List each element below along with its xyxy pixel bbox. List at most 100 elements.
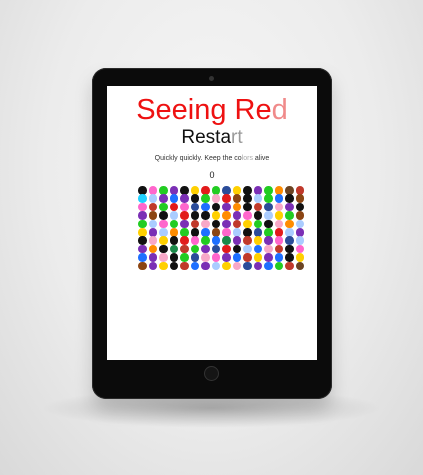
color-dot[interactable]: [232, 186, 241, 195]
color-dot[interactable]: [180, 194, 189, 203]
color-dot[interactable]: [211, 261, 220, 271]
color-dot[interactable]: [222, 236, 231, 245]
color-dot[interactable]: [201, 211, 210, 220]
color-dot[interactable]: [274, 228, 283, 237]
color-dot[interactable]: [253, 261, 262, 271]
color-dot[interactable]: [264, 202, 273, 212]
color-dot[interactable]: [274, 261, 283, 271]
color-dot[interactable]: [211, 194, 220, 203]
color-dot[interactable]: [159, 261, 168, 271]
color-dot[interactable]: [232, 228, 241, 237]
color-dot[interactable]: [295, 211, 304, 220]
color-dot[interactable]: [232, 253, 241, 262]
color-dot[interactable]: [295, 194, 304, 203]
color-dot[interactable]: [190, 261, 199, 271]
color-dot[interactable]: [138, 186, 147, 195]
color-dot[interactable]: [253, 202, 262, 212]
color-dot[interactable]: [190, 219, 199, 229]
color-dot[interactable]: [159, 202, 168, 212]
color-dot[interactable]: [148, 261, 157, 271]
color-dot[interactable]: [243, 228, 252, 237]
color-dot[interactable]: [253, 236, 262, 245]
color-dot[interactable]: [211, 202, 220, 212]
color-dot[interactable]: [180, 186, 189, 195]
color-dot[interactable]: [201, 261, 210, 271]
color-dot[interactable]: [211, 236, 220, 245]
color-dot[interactable]: [148, 219, 157, 229]
color-dot[interactable]: [138, 261, 147, 271]
color-dot[interactable]: [159, 236, 168, 245]
color-dot[interactable]: [169, 202, 178, 212]
color-dot[interactable]: [148, 253, 157, 262]
color-dot[interactable]: [295, 219, 304, 229]
color-dot[interactable]: [201, 202, 210, 212]
color-dot[interactable]: [180, 261, 189, 271]
color-dot[interactable]: [243, 236, 252, 245]
color-dot[interactable]: [169, 244, 178, 254]
color-dot[interactable]: [138, 253, 147, 262]
color-dot[interactable]: [274, 219, 283, 229]
color-dot[interactable]: [180, 244, 189, 254]
color-dot[interactable]: [148, 202, 157, 212]
color-dot[interactable]: [159, 253, 168, 262]
color-dot[interactable]: [264, 236, 273, 245]
color-dot[interactable]: [285, 261, 294, 271]
color-dot[interactable]: [211, 244, 220, 254]
color-dot[interactable]: [264, 228, 273, 237]
color-dot[interactable]: [285, 219, 294, 229]
color-dot[interactable]: [285, 194, 294, 203]
color-dot[interactable]: [222, 211, 231, 220]
color-dot[interactable]: [253, 244, 262, 254]
color-dot[interactable]: [264, 194, 273, 203]
color-dot[interactable]: [232, 219, 241, 229]
color-dot[interactable]: [180, 202, 189, 212]
color-dot[interactable]: [180, 219, 189, 229]
color-dot[interactable]: [243, 202, 252, 212]
color-dot[interactable]: [138, 202, 147, 212]
color-dot[interactable]: [190, 194, 199, 203]
color-dot[interactable]: [232, 236, 241, 245]
color-dot[interactable]: [159, 219, 168, 229]
color-dot[interactable]: [264, 244, 273, 254]
color-dot[interactable]: [138, 211, 147, 220]
home-button[interactable]: [204, 366, 219, 381]
color-dot[interactable]: [201, 186, 210, 195]
color-dot[interactable]: [138, 236, 147, 245]
color-dot[interactable]: [211, 228, 220, 237]
restart-button[interactable]: Restart: [107, 126, 317, 150]
color-dot[interactable]: [190, 228, 199, 237]
color-dot[interactable]: [274, 253, 283, 262]
color-dot[interactable]: [274, 211, 283, 220]
color-dot[interactable]: [243, 253, 252, 262]
color-dot[interactable]: [201, 253, 210, 262]
color-dot[interactable]: [159, 228, 168, 237]
color-dot[interactable]: [222, 186, 231, 195]
color-dot[interactable]: [190, 186, 199, 195]
color-dot[interactable]: [295, 202, 304, 212]
color-dot[interactable]: [232, 261, 241, 271]
color-dot[interactable]: [190, 236, 199, 245]
color-dot[interactable]: [295, 236, 304, 245]
color-dot[interactable]: [243, 186, 252, 195]
color-dot[interactable]: [253, 219, 262, 229]
color-dot[interactable]: [295, 244, 304, 254]
color-dot[interactable]: [253, 253, 262, 262]
color-dot[interactable]: [232, 244, 241, 254]
color-dot[interactable]: [295, 228, 304, 237]
color-dot[interactable]: [180, 236, 189, 245]
color-dot[interactable]: [148, 236, 157, 245]
color-dot[interactable]: [264, 186, 273, 195]
color-dot[interactable]: [264, 219, 273, 229]
color-dot[interactable]: [180, 228, 189, 237]
color-dot[interactable]: [222, 244, 231, 254]
color-dot[interactable]: [169, 253, 178, 262]
color-dot[interactable]: [253, 186, 262, 195]
color-dot[interactable]: [253, 211, 262, 220]
color-dot[interactable]: [243, 261, 252, 271]
color-dot[interactable]: [180, 253, 189, 262]
color-dot[interactable]: [285, 186, 294, 195]
color-dot[interactable]: [243, 211, 252, 220]
color-dot[interactable]: [190, 253, 199, 262]
color-dot[interactable]: [201, 244, 210, 254]
color-dot[interactable]: [138, 219, 147, 229]
